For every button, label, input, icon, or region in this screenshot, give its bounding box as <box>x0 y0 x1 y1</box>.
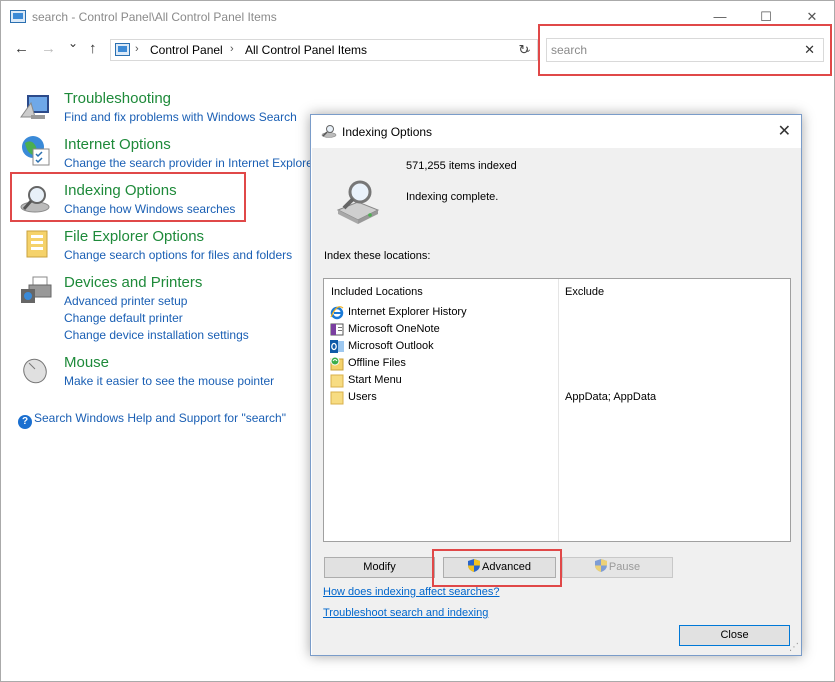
indexing-options-dialog: Indexing Options ✕ 571,255 items indexed… <box>310 114 802 656</box>
up-arrow-icon[interactable]: ↑ <box>89 40 97 57</box>
help-search-text[interactable]: Search Windows Help and Support for "sea… <box>34 411 286 425</box>
refresh-icon[interactable]: ↻ <box>515 41 533 59</box>
result-link[interactable]: Find and fix problems with Windows Searc… <box>64 110 297 124</box>
search-input[interactable] <box>551 42 791 58</box>
column-header-exclude: Exclude <box>565 286 605 298</box>
pause-button-label: Pause <box>608 561 641 573</box>
back-arrow-icon[interactable]: ← <box>14 40 29 57</box>
internet-options-icon <box>22 136 50 166</box>
offline-files-icon <box>330 356 344 371</box>
location-row[interactable]: Offline Files <box>330 356 790 372</box>
result-link[interactable]: Change search options for files and fold… <box>64 248 292 262</box>
result-link[interactable]: Change how Windows searches <box>64 202 235 216</box>
location-name: Start Menu <box>348 374 402 386</box>
breadcrumb-separator[interactable]: › <box>230 43 234 55</box>
location-row[interactable]: Users AppData; AppData <box>330 390 790 406</box>
indexing-drive-icon <box>336 180 380 224</box>
advanced-button-label: Advanced <box>482 561 531 573</box>
dialog-body: 571,255 items indexed Indexing complete.… <box>312 148 801 655</box>
location-row[interactable]: Start Menu <box>330 373 790 389</box>
address-bar[interactable]: › Control Panel › All Control Panel Item… <box>110 39 538 61</box>
breadcrumb-separator[interactable]: › <box>135 43 139 55</box>
how-indexing-link[interactable]: How does indexing affect searches? <box>323 586 500 598</box>
devices-printers-icon <box>21 276 52 303</box>
column-header-included: Included Locations <box>331 286 423 298</box>
location-exclude: AppData; AppData <box>565 391 657 403</box>
search-box[interactable]: ✕ <box>546 38 824 62</box>
location-row[interactable]: Microsoft Outlook <box>330 339 790 355</box>
result-link[interactable]: Advanced printer setup <box>64 294 187 308</box>
result-title[interactable]: Mouse <box>64 354 109 371</box>
result-title[interactable]: Troubleshooting <box>64 90 171 107</box>
location-name: Microsoft Outlook <box>348 340 434 352</box>
resize-grip-icon[interactable]: ⋰ <box>789 642 799 653</box>
ie-icon <box>330 306 344 320</box>
folder-icon <box>330 374 344 388</box>
control-panel-icon <box>10 10 26 23</box>
result-link[interactable]: Change the search provider in Internet E… <box>64 156 317 170</box>
file-explorer-options-icon <box>26 230 48 258</box>
result-title[interactable]: Internet Options <box>64 136 171 153</box>
dialog-title: Indexing Options <box>342 125 433 139</box>
window-title: search - Control Panel\All Control Panel… <box>32 10 277 24</box>
mouse-icon <box>23 358 47 384</box>
uac-shield-icon <box>594 559 607 572</box>
onenote-icon <box>330 323 344 336</box>
troubleshoot-indexing-link[interactable]: Troubleshoot search and indexing <box>323 607 488 619</box>
dialog-title-bar: Indexing Options ✕ <box>311 115 801 148</box>
result-title[interactable]: File Explorer Options <box>64 228 204 245</box>
breadcrumb-control-panel[interactable]: Control Panel <box>150 43 223 57</box>
result-link[interactable]: Change default printer <box>64 311 183 325</box>
folder-icon <box>330 391 344 405</box>
location-name: Offline Files <box>348 357 406 369</box>
pause-button[interactable]: Pause <box>562 557 673 578</box>
location-name: Microsoft OneNote <box>348 323 440 335</box>
items-indexed-count: 571,255 items indexed <box>406 160 517 172</box>
help-search-link[interactable]: ? Search Windows Help and Support for "se… <box>18 411 286 429</box>
close-button[interactable]: Close <box>679 625 790 646</box>
indexing-status: Indexing complete. <box>406 191 499 203</box>
result-title[interactable]: Indexing Options <box>64 182 177 199</box>
advanced-button[interactable]: Advanced <box>443 557 556 578</box>
locations-table[interactable]: Included Locations Exclude Internet Expl… <box>323 278 791 542</box>
location-name: Users <box>348 391 377 403</box>
help-icon: ? <box>18 415 32 429</box>
indexing-options-icon <box>20 186 50 213</box>
modify-button[interactable]: Modify <box>324 557 435 578</box>
location-row[interactable]: Microsoft OneNote <box>330 322 790 338</box>
result-link[interactable]: Change device installation settings <box>64 328 249 342</box>
location-name: Internet Explorer History <box>348 306 467 318</box>
clear-search-icon[interactable]: ✕ <box>804 42 815 58</box>
dialog-close-icon[interactable]: ✕ <box>778 121 791 141</box>
location-row[interactable]: Internet Explorer History <box>330 305 790 321</box>
forward-arrow-icon[interactable]: → <box>41 40 56 57</box>
recent-locations-chevron-icon[interactable]: ⌄ <box>68 36 78 50</box>
breadcrumb-all-items[interactable]: All Control Panel Items <box>245 43 367 57</box>
control-panel-icon <box>115 43 130 56</box>
outlook-icon <box>330 340 344 353</box>
result-link[interactable]: Make it easier to see the mouse pointer <box>64 374 274 388</box>
locations-label: Index these locations: <box>324 250 431 262</box>
indexing-options-icon <box>321 125 337 138</box>
uac-shield-icon <box>468 559 481 572</box>
result-title[interactable]: Devices and Printers <box>64 274 202 291</box>
troubleshooting-icon <box>20 95 49 119</box>
